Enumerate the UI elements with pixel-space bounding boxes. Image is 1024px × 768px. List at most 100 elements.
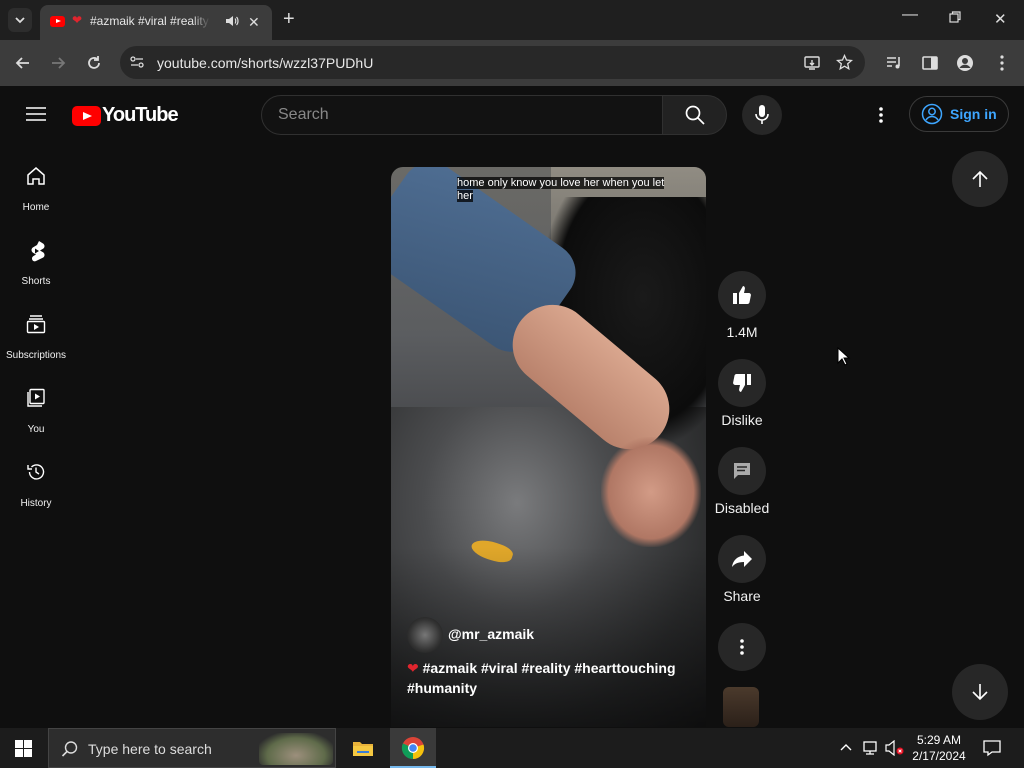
like-button[interactable] <box>718 271 766 319</box>
profile-icon[interactable] <box>956 54 974 72</box>
chevron-down-icon <box>15 17 25 24</box>
minimize-window-button[interactable]: — <box>902 6 918 24</box>
folder-icon <box>353 742 373 756</box>
tab-search-button[interactable] <box>8 8 32 32</box>
sidebar-item-subscriptions[interactable]: Subscriptions <box>0 300 72 372</box>
bookmark-star-icon[interactable] <box>836 54 853 71</box>
short-description[interactable]: ❤ #azmaik #viral #reality #hearttouching… <box>407 658 687 698</box>
more-options-button[interactable] <box>718 623 766 671</box>
sidebar-item-history[interactable]: History <box>0 448 72 520</box>
video-caption-overlay: home only know you love her when you let… <box>457 177 667 203</box>
youtube-header: YouTube Sign in <box>0 86 1024 142</box>
sidebar-item-you[interactable]: You <box>0 374 72 446</box>
taskbar-search-placeholder: Type here to search <box>88 741 212 757</box>
thumbs-down-icon <box>733 374 751 392</box>
volume-muted-icon[interactable] <box>885 740 905 756</box>
chrome-icon <box>401 737 425 760</box>
search-highlight-image <box>259 733 333 765</box>
close-tab-icon[interactable]: ✕ <box>248 14 260 31</box>
taskbar-search-box[interactable]: Type here to search <box>48 728 336 768</box>
sound-thumbnail[interactable] <box>723 687 759 727</box>
youtube-favicon-icon <box>50 16 65 27</box>
short-video-player[interactable]: home only know you love her when you let… <box>391 167 706 727</box>
mouse-cursor-icon <box>837 347 851 367</box>
sidebar-item-label: You <box>27 424 45 435</box>
taskbar-clock[interactable]: 5:29 AM 2/17/2024 <box>906 732 972 764</box>
media-controls-icon[interactable] <box>885 54 903 72</box>
dislike-button[interactable] <box>718 359 766 407</box>
windows-taskbar: Type here to search 5:29 AM 2/17/2024 <box>0 728 1024 768</box>
voice-search-button[interactable] <box>742 95 782 135</box>
notifications-icon[interactable] <box>983 739 1001 757</box>
video-frame-hand <box>601 437 701 547</box>
site-settings-icon[interactable] <box>129 54 145 70</box>
install-app-icon[interactable] <box>803 54 821 72</box>
more-vert-icon <box>740 639 744 655</box>
address-bar[interactable]: youtube.com/shorts/wzzl37PUDhU <box>120 46 865 79</box>
restore-window-button[interactable] <box>948 10 962 24</box>
dislike-label: Dislike <box>721 412 763 428</box>
search-button[interactable] <box>662 95 727 135</box>
next-short-button[interactable] <box>952 664 1008 720</box>
sidebar-item-label: Subscriptions <box>5 350 67 361</box>
share-label: Share <box>723 588 761 604</box>
settings-more-icon[interactable] <box>876 106 886 124</box>
back-arrow-icon[interactable] <box>14 54 32 72</box>
video-caption-text: home only know you love her when you let… <box>457 177 665 202</box>
account-icon <box>921 103 943 125</box>
close-window-button[interactable]: ✕ <box>994 10 1007 28</box>
like-count: 1.4M <box>726 324 758 340</box>
reload-icon[interactable] <box>85 54 103 72</box>
sign-in-label: Sign in <box>950 106 997 122</box>
forward-arrow-icon[interactable] <box>49 54 67 72</box>
subscriptions-icon <box>26 315 46 334</box>
sidebar-item-home[interactable]: Home <box>0 152 72 224</box>
shorts-icon <box>31 241 45 262</box>
arrow-up-icon <box>972 170 988 187</box>
network-icon[interactable] <box>862 740 880 756</box>
sidebar-item-label: History <box>20 498 52 509</box>
browser-toolbar: youtube.com/shorts/wzzl37PUDhU <box>0 40 1024 86</box>
search-input[interactable] <box>278 104 648 126</box>
windows-start-icon[interactable] <box>15 740 32 757</box>
youtube-logo[interactable]: YouTube <box>72 104 179 126</box>
history-icon <box>27 464 45 480</box>
clock-time: 5:29 AM <box>916 733 962 747</box>
youtube-logo-text: YouTube <box>102 104 179 126</box>
url-text: youtube.com/shorts/wzzl37PUDhU <box>157 55 374 71</box>
chevron-up-icon[interactable] <box>840 742 852 752</box>
search-box[interactable] <box>261 95 663 135</box>
thumbs-up-icon <box>733 286 751 304</box>
chrome-taskbar-button[interactable] <box>390 728 436 768</box>
browser-tab-active[interactable]: ❤ #azmaik #viral #reality #hearttouching… <box>40 5 272 40</box>
sign-in-button[interactable]: Sign in <box>909 96 1009 132</box>
previous-short-button[interactable] <box>952 151 1008 207</box>
side-panel-icon[interactable] <box>921 54 939 72</box>
channel-avatar[interactable] <box>407 617 443 653</box>
sidebar-item-shorts[interactable]: Shorts <box>0 226 72 298</box>
heart-icon: ❤ <box>407 660 419 676</box>
short-description-text: #azmaik #viral #reality #hearttouching #… <box>407 660 676 696</box>
search-icon <box>685 105 705 125</box>
heart-icon: ❤ <box>72 13 83 27</box>
comment-icon <box>734 463 750 479</box>
tab-title: #azmaik #viral #reality #hearttouching #… <box>90 14 210 28</box>
hamburger-menu-icon[interactable] <box>26 106 46 122</box>
sidebar-item-label: Shorts <box>21 276 51 287</box>
microphone-icon <box>755 105 769 124</box>
new-tab-button[interactable]: + <box>283 9 295 29</box>
sidebar-item-label: Home <box>22 202 50 213</box>
comments-label: Disabled <box>714 500 770 516</box>
speaker-icon[interactable] <box>224 13 240 29</box>
channel-name-link[interactable]: @mr_azmaik <box>448 626 534 642</box>
clock-date: 2/17/2024 <box>912 749 966 763</box>
file-explorer-taskbar-button[interactable] <box>346 728 380 768</box>
share-button[interactable] <box>718 535 766 583</box>
youtube-play-logo-icon <box>72 106 101 126</box>
you-library-icon <box>27 388 45 407</box>
arrow-down-icon <box>972 684 988 701</box>
chrome-menu-icon[interactable] <box>996 54 1008 72</box>
comments-button[interactable] <box>718 447 766 495</box>
browser-tab-strip: ❤ #azmaik #viral #reality #hearttouching… <box>0 0 1024 40</box>
home-icon <box>27 167 45 185</box>
